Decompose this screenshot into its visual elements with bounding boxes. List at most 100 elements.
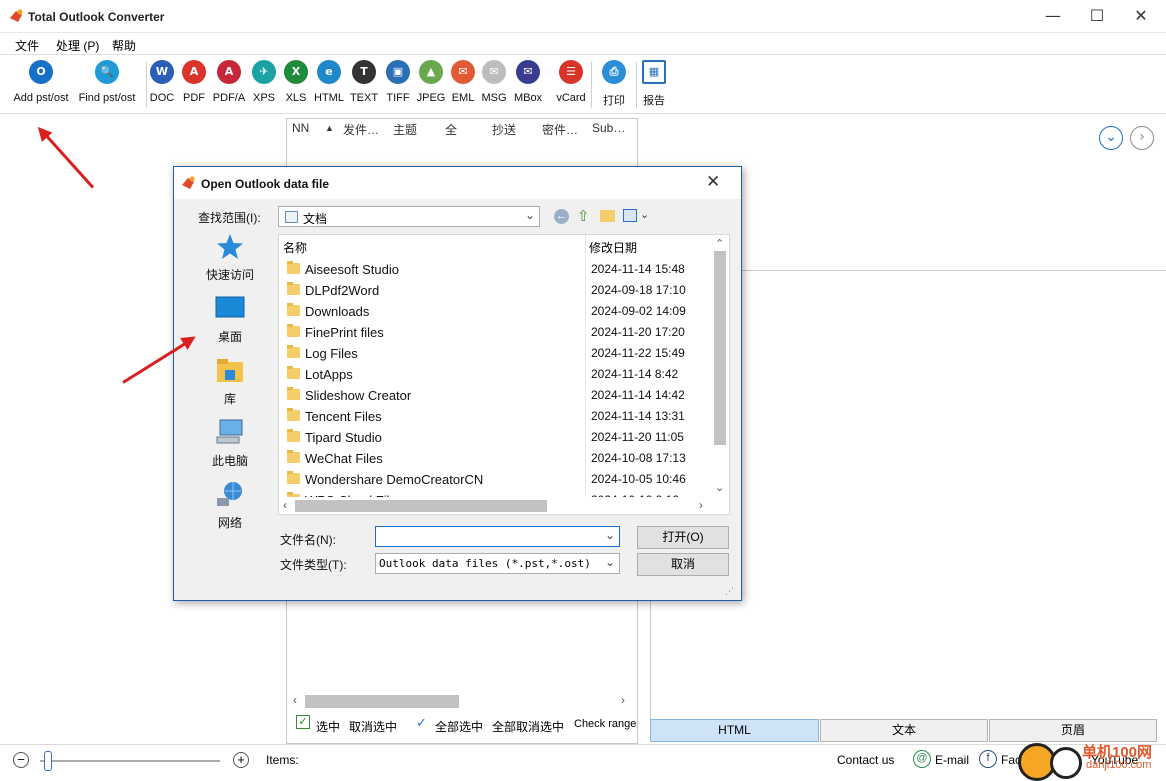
file-row[interactable]: Tencent Files 2024-11-14 13:31 [279, 405, 709, 426]
toolbar-label: Find pst/ost [78, 92, 136, 104]
maximize-button[interactable]: ☐ [1074, 0, 1120, 32]
lookin-value: 文档 [303, 212, 328, 226]
zoom-in-icon[interactable]: + [233, 752, 249, 768]
toolbar-label: Add pst/ost [13, 92, 69, 104]
file-date: 2024-11-14 15:48 [591, 262, 685, 276]
list-column-header[interactable]: NN [292, 121, 309, 135]
file-row[interactable]: DLPdf2Word 2024-09-18 17:10 [279, 279, 709, 300]
folder-icon [287, 282, 300, 295]
place-library[interactable]: 库 [178, 356, 282, 407]
place-label: 桌面 [217, 330, 242, 344]
scroll-left-icon[interactable]: ‹ [283, 498, 287, 512]
unselect-link[interactable]: 取消选中 [349, 718, 397, 735]
resize-grip-icon[interactable]: ⋰ [725, 586, 734, 597]
chevron-right-icon[interactable]: › [1130, 126, 1154, 150]
place-this-pc[interactable]: 此电脑 [178, 418, 282, 469]
tab-text[interactable]: 文本 [820, 719, 988, 742]
file-date: 2024-11-14 8:42 [591, 367, 679, 381]
close-button[interactable]: ✕ [1118, 0, 1164, 32]
scroll-right-icon[interactable]: › [621, 693, 625, 707]
check-range-link[interactable]: Check range [574, 718, 636, 730]
tab-header[interactable]: 页眉 [989, 719, 1157, 742]
view-menu-icon[interactable] [623, 209, 637, 222]
zoom-out-icon[interactable]: − [13, 752, 29, 768]
file-name: FinePrint files [305, 325, 384, 340]
folder-icon [287, 324, 300, 337]
dialog-close-icon[interactable]: ✕ [706, 172, 720, 192]
menu-file[interactable]: 文件 [15, 37, 39, 54]
file-row[interactable]: Downloads 2024-09-02 14:09 [279, 300, 709, 321]
outlook-icon: O [29, 60, 53, 84]
menu-process[interactable]: 处理 (P) [56, 37, 99, 54]
unselect-all-link[interactable]: 全部取消选中 [492, 718, 564, 735]
file-row[interactable]: Aiseesoft Studio 2024-11-14 15:48 [279, 258, 709, 279]
up-folder-icon[interactable]: ⇧ [577, 207, 590, 225]
scroll-right-icon[interactable]: › [699, 498, 703, 512]
file-row[interactable]: WeChat Files 2024-10-08 17:13 [279, 447, 709, 468]
scroll-thumb[interactable] [714, 251, 726, 445]
list-hscroll[interactable]: ‹ › [293, 691, 631, 711]
file-row[interactable]: Log Files 2024-11-22 15:49 [279, 342, 709, 363]
email-icon[interactable]: @ [913, 750, 931, 768]
email-link[interactable]: E-mail [935, 753, 969, 767]
place-quick-access[interactable]: 快速访问 [178, 232, 282, 283]
toolbar-button-outlook[interactable]: O Add pst/ost [11, 60, 71, 104]
file-row[interactable]: Slideshow Creator 2024-11-14 14:42 [279, 384, 709, 405]
list-column-header[interactable]: 密件… [542, 121, 578, 138]
minimize-button[interactable]: — [1030, 0, 1076, 32]
dialog-title: Open Outlook data file [201, 177, 330, 191]
file-date: 2024-10-08 17:13 [591, 451, 686, 465]
watermark-url: danji100.com [1086, 759, 1152, 771]
vcard-icon: ☰ [559, 60, 583, 84]
chevron-down-icon[interactable]: ⌄ [1099, 126, 1123, 150]
file-list[interactable]: 名称 修改日期 Aiseesoft Studio 2024-11-14 15:48… [278, 234, 730, 515]
file-name: Wondershare DemoCreatorCN [305, 472, 484, 487]
file-hscroll[interactable]: ‹ › [279, 497, 711, 514]
file-row[interactable]: FinePrint files 2024-11-20 17:20 [279, 321, 709, 342]
chevron-down-icon[interactable]: ⌄ [605, 528, 615, 542]
file-row[interactable]: Tipard Studio 2024-11-20 11:05 [279, 426, 709, 447]
cancel-button[interactable]: 取消 [637, 553, 729, 576]
file-date: 2024-11-14 14:42 [591, 388, 685, 402]
view-menu-arrow-icon[interactable]: ⌄ [640, 208, 649, 221]
file-row[interactable]: WPS Cloud Files2024-10-10 9:12 [279, 489, 709, 497]
chevron-down-icon: ⌄ [604, 555, 615, 569]
toolbar-button-report[interactable]: ▦ 报告 [624, 60, 684, 108]
filetype-label: 文件类型(T): [280, 558, 347, 572]
filetype-dropdown[interactable]: Outlook data files (*.pst,*.ost) ⌄ [375, 553, 620, 574]
lookin-dropdown[interactable]: 文档 ⌄ [278, 206, 540, 227]
zoom-slider-thumb[interactable] [44, 751, 52, 771]
back-icon[interactable]: ← [554, 209, 569, 224]
list-column-header[interactable]: 主题 [393, 121, 417, 138]
scroll-thumb[interactable] [295, 500, 547, 512]
list-column-header[interactable]: 抄送 [492, 121, 516, 138]
file-name: Log Files [305, 346, 358, 361]
facebook-icon[interactable]: f [979, 750, 997, 768]
file-row[interactable]: Wondershare DemoCreatorCN 2024-10-05 10:4… [279, 468, 709, 489]
toolbar-button-search[interactable]: 🔍 Find pst/ost [77, 60, 137, 104]
dialog-app-icon [181, 176, 195, 190]
scroll-up-icon[interactable]: ⌃ [715, 237, 724, 250]
list-header: NN ▲ 发件… 主题 全 抄送 密件… Sub… [287, 119, 637, 139]
scroll-down-icon[interactable]: ⌄ [715, 481, 724, 494]
open-button[interactable]: 打开(O) [637, 526, 729, 549]
new-folder-icon[interactable] [600, 210, 615, 222]
list-column-header[interactable]: 发件… [343, 121, 379, 138]
list-column-header[interactable]: 全 [445, 121, 457, 138]
list-column-header[interactable]: ▲ [325, 123, 334, 133]
menu-help[interactable]: 帮助 [112, 37, 136, 54]
tab-html[interactable]: HTML [650, 719, 819, 742]
file-vscroll[interactable]: ⌃ ⌄ [711, 235, 729, 497]
list-column-header[interactable]: Sub… [592, 121, 625, 135]
scroll-left-icon[interactable]: ‹ [293, 693, 297, 707]
file-row[interactable]: LotApps 2024-11-14 8:42 [279, 363, 709, 384]
select-link[interactable]: 选中 [316, 718, 340, 735]
filename-input[interactable]: ⌄ [375, 526, 620, 547]
col-name-header[interactable]: 名称 [283, 239, 307, 256]
select-all-link[interactable]: 全部选中 [435, 718, 483, 735]
zoom-track[interactable] [40, 760, 220, 762]
place-network[interactable]: 网络 [178, 480, 282, 531]
col-date-header[interactable]: 修改日期 [589, 239, 637, 256]
contact-link[interactable]: Contact us [837, 753, 894, 767]
scroll-thumb[interactable] [305, 695, 459, 708]
